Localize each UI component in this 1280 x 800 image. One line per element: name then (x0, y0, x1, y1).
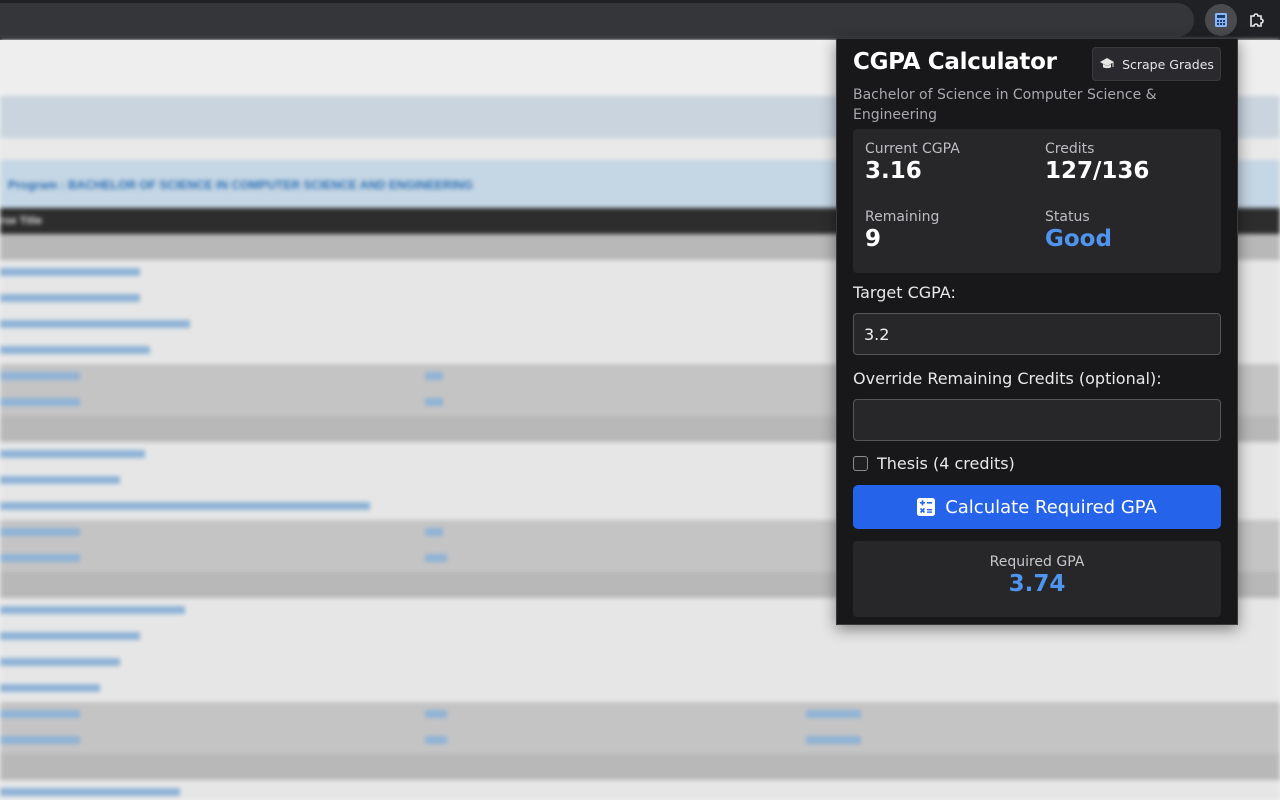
remaining-stat: Remaining 9 (865, 209, 939, 252)
calculator-icon (917, 498, 936, 516)
result-card: Required GPA 3.74 (853, 541, 1221, 617)
status-label: Status (1045, 209, 1090, 225)
required-gpa-label: Required GPA (989, 554, 1085, 570)
calculate-required-gpa-button[interactable]: Calculate Required GPA (853, 485, 1221, 529)
target-cgpa-input[interactable] (853, 313, 1221, 355)
current-cgpa-label: Current CGPA (865, 141, 960, 157)
program-name: Bachelor of Science in Computer Science … (853, 87, 1157, 123)
cgpa-calculator-popup: CGPA Calculator Scrape Grades Bachelor o… (836, 38, 1238, 625)
browser-toolbar (0, 0, 1280, 40)
thesis-label: Thesis (4 credits) (877, 454, 1015, 473)
popup-title: CGPA Calculator (853, 49, 1057, 75)
program-heading: Program : BACHELOR OF SCIENCE IN COMPUTE… (8, 178, 473, 192)
extensions-button[interactable] (1241, 4, 1273, 36)
scrape-grades-label: Scrape Grades (1122, 56, 1214, 72)
calculate-button-label: Calculate Required GPA (945, 496, 1157, 518)
target-cgpa-label: Target CGPA: (853, 283, 956, 302)
column-header: rse Title (0, 215, 42, 227)
address-bar[interactable] (0, 3, 1194, 37)
credits-label: Credits (1045, 141, 1095, 157)
remaining-label: Remaining (865, 209, 940, 225)
scrape-grades-button[interactable]: Scrape Grades (1092, 47, 1221, 81)
thesis-option[interactable]: Thesis (4 credits) (853, 454, 1015, 473)
stats-card: Current CGPA 3.16 Credits 127/136 Remain… (853, 129, 1221, 273)
credits-value: 127/136 (1045, 158, 1150, 184)
current-cgpa-value: 3.16 (865, 158, 922, 184)
graduation-cap-icon (1100, 58, 1115, 69)
puzzle-icon (1250, 13, 1264, 27)
override-credits-input[interactable] (853, 399, 1221, 441)
calculator-icon (1215, 13, 1227, 27)
remaining-value: 9 (865, 226, 882, 252)
required-gpa-value: 3.74 (1008, 571, 1066, 597)
thesis-checkbox[interactable] (853, 456, 868, 471)
override-credits-label: Override Remaining Credits (optional): (853, 369, 1162, 388)
status-stat: Status Good (1045, 209, 1112, 252)
calculator-extension-button[interactable] (1205, 4, 1237, 36)
status-value: Good (1045, 226, 1112, 252)
current-cgpa-stat: Current CGPA 3.16 (865, 141, 960, 184)
credits-stat: Credits 127/136 (1045, 141, 1149, 184)
